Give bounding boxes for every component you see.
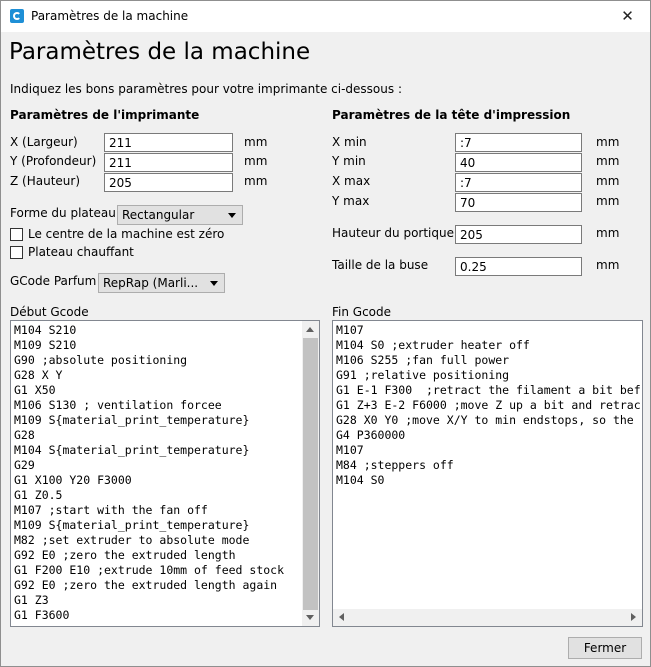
- window-title: Paramètres de la machine: [31, 9, 189, 23]
- page-title: Paramètres de la machine: [9, 39, 311, 65]
- nozzle-size-input[interactable]: [455, 257, 582, 276]
- bed-shape-value: Rectangular: [122, 208, 195, 222]
- gantry-height-unit: mm: [596, 226, 620, 240]
- start-gcode-scrollbar[interactable]: [302, 321, 319, 626]
- start-gcode-scroll-thumb[interactable]: [303, 338, 318, 610]
- end-gcode-hscrollbar[interactable]: [333, 609, 642, 626]
- y-min-input[interactable]: [455, 153, 582, 172]
- bed-shape-select[interactable]: Rectangular: [117, 205, 243, 225]
- x-width-input[interactable]: [104, 133, 233, 152]
- x-max-unit: mm: [596, 174, 620, 188]
- y-max-label: Y max: [332, 194, 370, 208]
- y-depth-label: Y (Profondeur): [10, 154, 97, 168]
- x-width-unit: mm: [244, 135, 268, 149]
- y-depth-input[interactable]: [104, 153, 233, 172]
- printhead-settings-title: Paramètres de la tête d'impression: [332, 108, 571, 122]
- scroll-up-icon[interactable]: [306, 327, 314, 332]
- close-button[interactable]: Fermer: [568, 637, 642, 659]
- start-gcode-editor[interactable]: M104 S210 M109 S210 G90 ;absolute positi…: [10, 320, 320, 627]
- scroll-right-icon[interactable]: [631, 613, 636, 621]
- gantry-height-label: Hauteur du portique: [332, 226, 454, 240]
- heated-bed-label: Plateau chauffant: [28, 245, 134, 259]
- center-is-zero-label: Le centre de la machine est zéro: [28, 227, 225, 241]
- y-max-unit: mm: [596, 194, 620, 208]
- x-max-label: X max: [332, 174, 371, 188]
- machine-settings-dialog: Paramètres de la machine ✕ Paramètres de…: [0, 0, 651, 667]
- bed-shape-label: Forme du plateau: [10, 206, 116, 220]
- start-gcode-label: Début Gcode: [10, 305, 89, 319]
- gantry-height-input[interactable]: [455, 225, 582, 244]
- gcode-flavor-select[interactable]: RepRap (Marli...: [98, 273, 225, 293]
- instructions-text: Indiquez les bons paramètres pour votre …: [10, 82, 402, 96]
- title-bar: Paramètres de la machine ✕: [1, 1, 650, 32]
- z-height-input[interactable]: [104, 173, 233, 192]
- nozzle-size-unit: mm: [596, 258, 620, 272]
- end-gcode-label: Fin Gcode: [332, 305, 392, 319]
- y-min-label: Y min: [332, 154, 366, 168]
- scroll-left-icon[interactable]: [339, 613, 344, 621]
- start-gcode-text: M104 S210 M109 S210 G90 ;absolute positi…: [14, 323, 285, 622]
- close-window-icon[interactable]: ✕: [605, 1, 650, 32]
- nozzle-size-label: Taille de la buse: [332, 258, 429, 272]
- scroll-down-icon[interactable]: [306, 615, 314, 620]
- x-width-label: X (Largeur): [10, 135, 78, 149]
- gcode-flavor-label: GCode Parfum: [10, 274, 97, 288]
- x-max-input[interactable]: [455, 173, 582, 192]
- y-min-unit: mm: [596, 154, 620, 168]
- x-min-label: X min: [332, 135, 367, 149]
- x-min-unit: mm: [596, 135, 620, 149]
- z-height-unit: mm: [244, 174, 268, 188]
- printer-settings-title: Paramètres de l'imprimante: [10, 108, 200, 122]
- heated-bed-checkbox[interactable]: [10, 246, 23, 259]
- end-gcode-editor[interactable]: M107 M104 S0 ;extruder heater off M106 S…: [332, 320, 643, 627]
- cura-app-icon: [10, 9, 24, 23]
- chevron-down-icon: [228, 213, 236, 218]
- center-is-zero-checkbox[interactable]: [10, 228, 23, 241]
- chevron-down-icon: [210, 281, 218, 286]
- end-gcode-text: M107 M104 S0 ;extruder heater off M106 S…: [336, 323, 641, 487]
- y-depth-unit: mm: [244, 154, 268, 168]
- gcode-flavor-value: RepRap (Marli...: [103, 276, 199, 290]
- z-height-label: Z (Hauteur): [10, 174, 81, 188]
- x-min-input[interactable]: [455, 133, 582, 152]
- y-max-input[interactable]: [455, 193, 582, 212]
